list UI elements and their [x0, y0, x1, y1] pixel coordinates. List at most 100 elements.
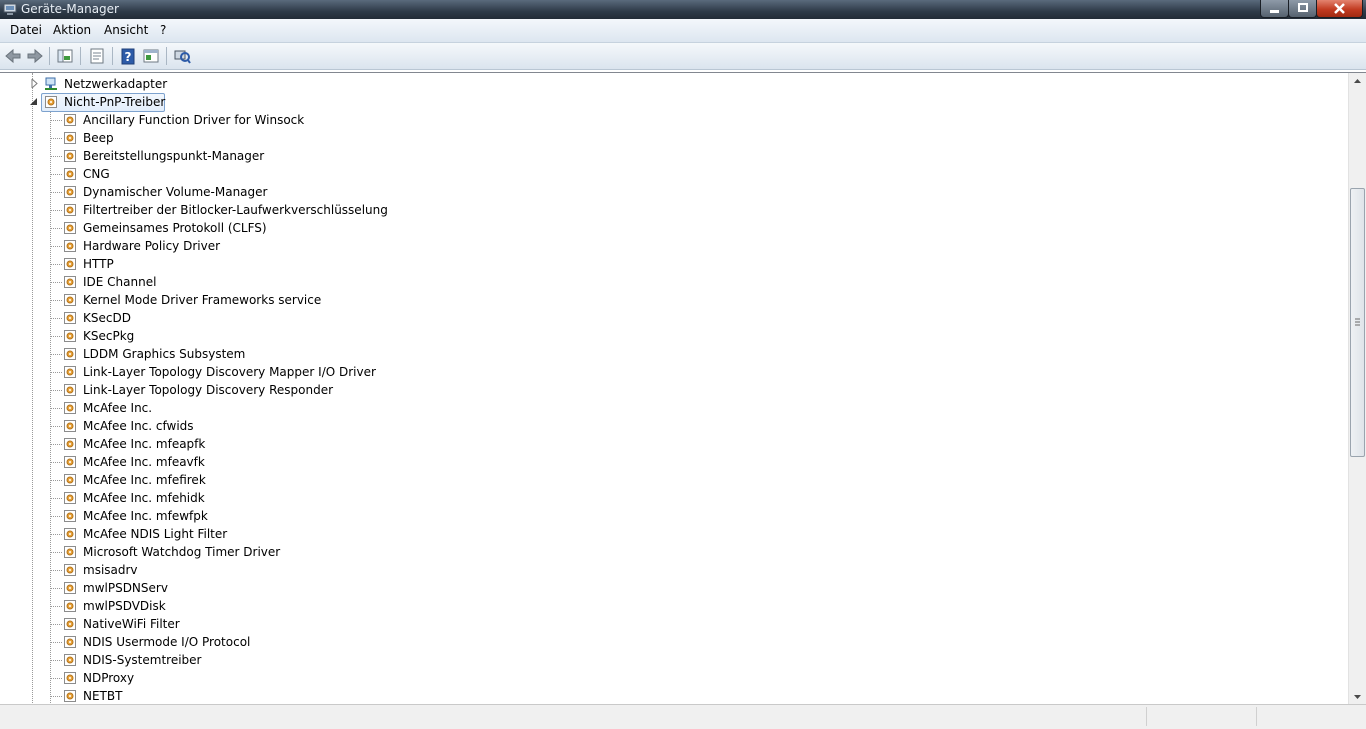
driver-list-item[interactable]: Filtertreiber der Bitlocker-Laufwerkvers… — [0, 201, 420, 219]
driver-list-item[interactable]: McAfee Inc. mfehidk — [0, 489, 420, 507]
tree-connector — [51, 588, 62, 589]
driver-gear-icon — [64, 186, 76, 198]
driver-gear-icon — [64, 276, 76, 288]
driver-list-item[interactable]: NDIS-Systemtreiber — [0, 651, 420, 669]
driver-gear-icon — [64, 438, 76, 450]
driver-list-item[interactable]: McAfee Inc. cfwids — [0, 417, 420, 435]
back-icon[interactable] — [3, 46, 23, 66]
driver-list-item[interactable]: Link-Layer Topology Discovery Mapper I/O… — [0, 363, 420, 381]
tree-connector — [51, 642, 62, 643]
window-title: Geräte-Manager — [21, 2, 119, 16]
driver-gear-icon — [64, 330, 76, 342]
driver-gear-icon — [64, 258, 76, 270]
driver-list-item[interactable]: Gemeinsames Protokoll (CLFS) — [0, 219, 420, 237]
driver-gear-icon — [64, 240, 76, 252]
title-bar: Geräte-Manager — [0, 0, 1366, 19]
driver-label: NativeWiFi Filter — [83, 617, 180, 631]
tree-connector — [51, 606, 62, 607]
tree-connector — [51, 696, 62, 697]
driver-list-item[interactable]: mwlPSDVDisk — [0, 597, 420, 615]
tree-connector — [51, 552, 62, 553]
driver-label: mwlPSDNServ — [83, 581, 168, 595]
driver-list-item[interactable]: McAfee Inc. — [0, 399, 420, 417]
driver-label: NDIS-Systemtreiber — [83, 653, 202, 667]
menu-ansicht[interactable]: Ansicht — [104, 23, 148, 37]
driver-list-item[interactable]: Ancillary Function Driver for Winsock — [0, 111, 420, 129]
tree-connector — [51, 282, 62, 283]
minimize-button[interactable] — [1260, 0, 1289, 18]
driver-list-item[interactable]: Dynamischer Volume-Manager — [0, 183, 420, 201]
driver-list-item[interactable]: Bereitstellungspunkt-Manager — [0, 147, 420, 165]
driver-gear-icon — [64, 204, 76, 216]
tree-node-netzwerkadapter[interactable]: Netzwerkadapter — [0, 75, 400, 93]
scroll-down-icon[interactable] — [1349, 688, 1366, 705]
scrollbar-thumb[interactable] — [1350, 188, 1365, 457]
menu-help[interactable]: ? — [160, 23, 166, 37]
toolbar-separator — [49, 47, 50, 65]
scan-hardware-icon[interactable] — [172, 46, 192, 66]
driver-list-item[interactable]: Beep — [0, 129, 420, 147]
tree-connector — [51, 570, 62, 571]
close-icon — [1334, 3, 1345, 14]
driver-label: McAfee NDIS Light Filter — [83, 527, 228, 541]
driver-list-item[interactable]: LDDM Graphics Subsystem — [0, 345, 420, 363]
driver-label: Filtertreiber der Bitlocker-Laufwerkvers… — [83, 203, 388, 217]
driver-list-item[interactable]: msisadrv — [0, 561, 420, 579]
driver-label: NDProxy — [83, 671, 135, 685]
tree-node-nicht-pnp-treiber[interactable]: Nicht-PnP-Treiber — [0, 93, 400, 112]
tree-connector — [51, 534, 62, 535]
driver-gear-icon — [64, 582, 76, 594]
driver-label: HTTP — [83, 257, 114, 271]
driver-gear-icon — [64, 150, 76, 162]
driver-label: IDE Channel — [83, 275, 157, 289]
driver-list-item[interactable]: Microsoft Watchdog Timer Driver — [0, 543, 420, 561]
forward-icon[interactable] — [25, 46, 45, 66]
tree-connector — [51, 336, 62, 337]
driver-list-item[interactable]: McAfee Inc. mfeavfk — [0, 453, 420, 471]
driver-list-item[interactable]: NDProxy — [0, 669, 420, 687]
driver-list-item[interactable]: HTTP — [0, 255, 420, 273]
tree-connector — [51, 300, 62, 301]
driver-list-item[interactable]: NativeWiFi Filter — [0, 615, 420, 633]
driver-label: CNG — [83, 167, 110, 181]
console-tree-icon[interactable] — [141, 46, 161, 66]
tree-connector — [51, 354, 62, 355]
tree-connector — [51, 390, 62, 391]
tree-connector — [51, 480, 62, 481]
close-button[interactable] — [1316, 0, 1363, 18]
driver-list-item[interactable]: NDIS Usermode I/O Protocol — [0, 633, 420, 651]
help-icon[interactable]: ? — [118, 46, 138, 66]
driver-label: msisadrv — [83, 563, 138, 577]
driver-list-item[interactable]: mwlPSDNServ — [0, 579, 420, 597]
driver-list-item[interactable]: McAfee NDIS Light Filter — [0, 525, 420, 543]
vertical-scrollbar[interactable] — [1348, 73, 1366, 705]
driver-label: LDDM Graphics Subsystem — [83, 347, 246, 361]
menu-datei[interactable]: Datei — [10, 23, 42, 37]
driver-list-item[interactable]: IDE Channel — [0, 273, 420, 291]
driver-label: NDIS Usermode I/O Protocol — [83, 635, 251, 649]
properties-icon[interactable] — [87, 46, 107, 66]
driver-list-item[interactable]: NETBT — [0, 687, 420, 705]
tree-connector — [51, 426, 62, 427]
expand-arrow-icon[interactable] — [31, 79, 39, 88]
tree-view-icon[interactable] — [55, 46, 75, 66]
driver-list-item[interactable]: Kernel Mode Driver Frameworks service — [0, 291, 420, 309]
tree-connector — [51, 174, 62, 175]
driver-list-item[interactable]: Hardware Policy Driver — [0, 237, 420, 255]
driver-label: Hardware Policy Driver — [83, 239, 221, 253]
tree-connector — [51, 318, 62, 319]
tree-connector — [51, 624, 62, 625]
driver-list-item[interactable]: McAfee Inc. mfefirek — [0, 471, 420, 489]
collapse-arrow-icon[interactable] — [30, 97, 38, 106]
driver-list-item[interactable]: KSecDD — [0, 309, 420, 327]
maximize-button[interactable] — [1288, 0, 1317, 18]
menu-aktion[interactable]: Aktion — [53, 23, 91, 37]
driver-gear-icon — [64, 456, 76, 468]
driver-list-item[interactable]: CNG — [0, 165, 420, 183]
status-segment — [1256, 707, 1366, 726]
driver-list-item[interactable]: McAfee Inc. mfewfpk — [0, 507, 420, 525]
driver-list-item[interactable]: Link-Layer Topology Discovery Responder — [0, 381, 420, 399]
driver-list-item[interactable]: KSecPkg — [0, 327, 420, 345]
scroll-up-icon[interactable] — [1349, 73, 1366, 90]
driver-list-item[interactable]: McAfee Inc. mfeapfk — [0, 435, 420, 453]
